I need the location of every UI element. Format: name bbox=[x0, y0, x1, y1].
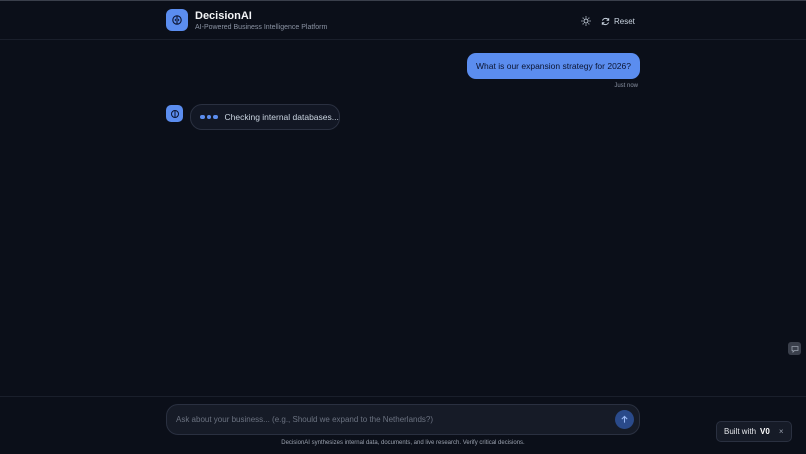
app-title: DecisionAI bbox=[195, 10, 252, 22]
built-with-label: Built with bbox=[724, 427, 757, 436]
typing-dot bbox=[213, 114, 218, 120]
chat-icon bbox=[791, 345, 798, 353]
user-message-bubble: What is our expansion strategy for 2026? bbox=[467, 53, 640, 79]
status-text: Checking internal databases... bbox=[224, 112, 339, 122]
typing-dot bbox=[206, 114, 211, 120]
brain-icon bbox=[172, 15, 182, 25]
typing-dot bbox=[200, 114, 205, 120]
send-button[interactable] bbox=[615, 410, 634, 429]
refresh-icon bbox=[601, 17, 610, 25]
arrow-up-icon bbox=[621, 415, 628, 423]
close-icon[interactable]: × bbox=[779, 427, 784, 436]
feedback-button[interactable] bbox=[788, 342, 801, 355]
reset-button[interactable]: Reset bbox=[601, 13, 635, 29]
assistant-avatar bbox=[166, 105, 183, 122]
footer-disclaimer: DecisionAI synthesizes internal data, do… bbox=[281, 440, 525, 446]
sun-icon bbox=[581, 16, 591, 26]
app-header: DecisionAI AI-Powered Business Intellige… bbox=[0, 1, 806, 40]
built-with-badge[interactable]: Built with V0 × bbox=[716, 421, 792, 442]
brain-icon bbox=[170, 109, 179, 118]
assistant-status-bubble: Checking internal databases... bbox=[190, 104, 340, 130]
message-input[interactable] bbox=[176, 405, 606, 434]
typing-indicator bbox=[200, 114, 218, 120]
reset-button-label: Reset bbox=[614, 16, 635, 26]
app-subtitle: AI-Powered Business Intelligence Platfor… bbox=[195, 24, 328, 31]
message-timestamp: Just now bbox=[614, 83, 638, 89]
theme-toggle-button[interactable] bbox=[579, 14, 593, 28]
app-logo bbox=[166, 9, 188, 31]
v0-logo: V0 bbox=[760, 427, 770, 436]
message-composer bbox=[166, 404, 640, 435]
